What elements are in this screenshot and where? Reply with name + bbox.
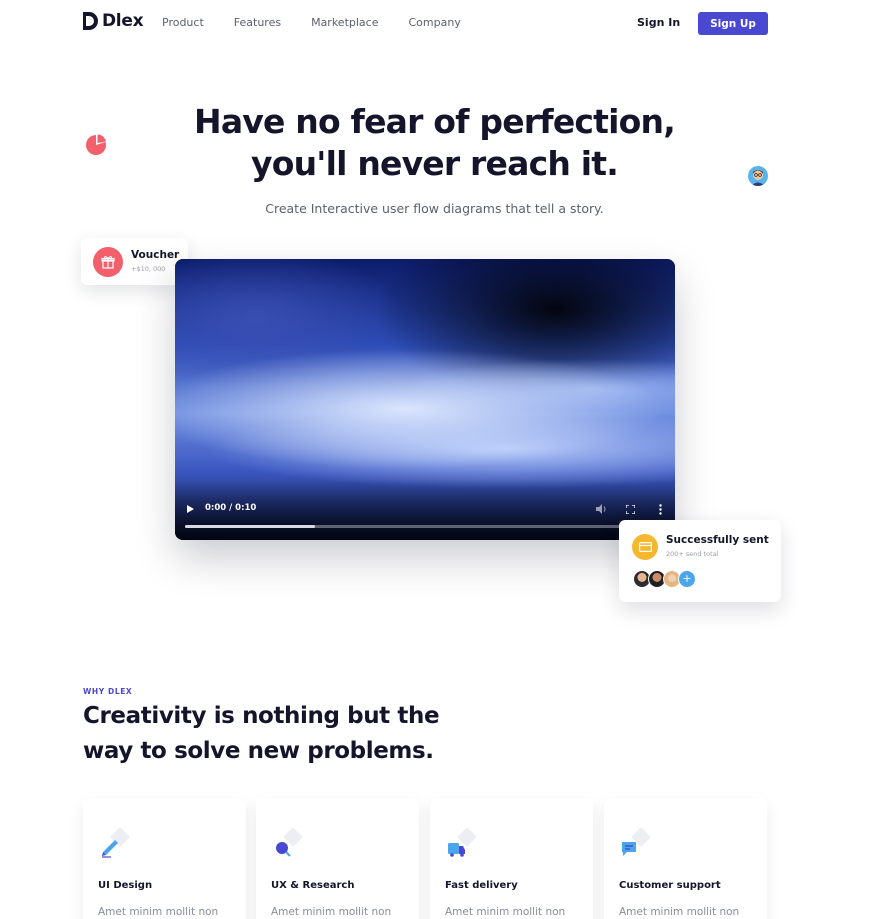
feature-text: Amet minim mollit non <box>445 906 566 918</box>
feature-title: Customer support <box>619 880 721 891</box>
logo-text: Dlex <box>102 11 144 31</box>
avatar-group: + <box>633 570 696 588</box>
research-icon <box>276 828 303 857</box>
feature-title: Fast delivery <box>445 880 518 891</box>
hero-title-line1: Have no fear of perfection, <box>194 102 676 141</box>
video-progress-bar[interactable] <box>185 525 665 528</box>
sent-card: Successfully sent 200+ send total + <box>619 520 781 602</box>
section-tag: WHY DLEX <box>83 687 133 696</box>
pie-chart-icon <box>86 134 106 155</box>
sent-subtitle: 200+ send total <box>666 550 719 558</box>
card-icon <box>632 534 658 560</box>
sign-in-link[interactable]: Sign In <box>637 16 680 29</box>
nav-link-company[interactable]: Company <box>409 16 461 29</box>
feature-card-ui-design[interactable]: UI Design Amet minim mollit non <box>83 798 246 919</box>
hero-subtitle: Create Interactive user flow diagrams th… <box>265 201 604 216</box>
add-member-button[interactable]: + <box>678 570 696 588</box>
gift-icon <box>93 247 123 277</box>
nav-link-features[interactable]: Features <box>234 16 281 29</box>
voucher-card: Voucher +$10, 000 <box>81 238 188 285</box>
more-options-icon[interactable] <box>659 504 662 515</box>
sent-title: Successfully sent <box>666 534 769 546</box>
nav-link-product[interactable]: Product <box>162 16 204 29</box>
feature-card-fast-delivery[interactable]: Fast delivery Amet minim mollit non <box>430 798 593 919</box>
feature-card-ux-research[interactable]: UX & Research Amet minim mollit non <box>256 798 419 919</box>
volume-icon[interactable] <box>596 504 608 514</box>
feature-title: UX & Research <box>271 880 355 891</box>
play-icon[interactable] <box>187 505 194 513</box>
hero-title: Have no fear of perfection, you'll never… <box>0 101 869 185</box>
nav-link-marketplace[interactable]: Marketplace <box>311 16 378 29</box>
hero-title-line2: you'll never reach it. <box>251 144 619 183</box>
feature-text: Amet minim mollit non <box>619 906 740 918</box>
top-nav: Dlex Product Features Marketplace Compan… <box>0 0 869 46</box>
video-time: 0:00 / 0:10 <box>205 503 257 513</box>
logo[interactable]: Dlex <box>83 11 144 31</box>
voucher-title: Voucher <box>131 249 180 261</box>
feature-title: UI Design <box>98 880 153 891</box>
avatar <box>748 166 768 186</box>
nav-links: Product Features Marketplace Company <box>162 16 491 29</box>
sign-up-button[interactable]: Sign Up <box>698 12 768 35</box>
truck-icon <box>448 828 477 857</box>
video-progress-fill <box>185 525 315 528</box>
pen-icon <box>102 828 130 858</box>
fullscreen-icon[interactable] <box>626 505 635 514</box>
logo-icon <box>83 12 98 30</box>
voucher-amount: +$10, 000 <box>131 265 166 273</box>
feature-text: Amet minim mollit non <box>271 906 392 918</box>
feature-text: Amet minim mollit non <box>98 906 219 918</box>
section-title: Creativity is nothing but the way to sol… <box>83 699 483 769</box>
video-player[interactable]: 0:00 / 0:10 <box>175 259 675 540</box>
section-title-line2: way to solve new problems. <box>83 738 434 764</box>
person-icon <box>751 170 765 186</box>
chat-icon <box>622 828 651 856</box>
feature-card-customer-support[interactable]: Customer support Amet minim mollit non <box>604 798 767 919</box>
section-title-line1: Creativity is nothing but the <box>83 703 440 729</box>
